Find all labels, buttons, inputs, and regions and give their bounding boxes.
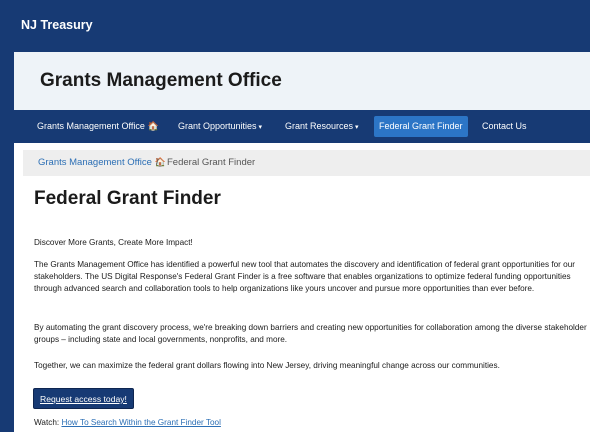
page: NJ Treasury Grants Management Office Gra…	[0, 0, 590, 432]
paragraph-tool-description: The Grants Management Office has identif…	[34, 260, 575, 293]
page-title: Federal Grant Finder	[34, 188, 221, 209]
intro-tagline: Discover More Grants, Create More Impact…	[34, 238, 193, 247]
nav-item-grants-management-office[interactable]: Grants Management Office 🏠	[37, 110, 159, 143]
request-access-button[interactable]: Request access today!	[33, 388, 134, 409]
chevron-down-icon: ▾	[258, 124, 263, 131]
nav-item-label: Contact Us	[482, 121, 527, 131]
chevron-down-icon: ▾	[355, 124, 359, 131]
left-gutter	[0, 143, 14, 432]
breadcrumb: Grants Management Office 🏠 / Federal Gran…	[23, 150, 590, 176]
nav-item-grant-opportunities[interactable]: Grant Opportunities ▾	[178, 110, 262, 143]
nav-item-label: Grants Management Office	[37, 121, 145, 131]
watch-line: Watch: How To Search Within the Grant Fi…	[34, 418, 221, 427]
watch-video-link[interactable]: How To Search Within the Grant Finder To…	[61, 418, 220, 427]
home-icon: 🏠	[147, 121, 160, 131]
nav-item-label: Federal Grant Finder	[379, 121, 463, 131]
nav-item-label: Grant Opportunities	[178, 121, 257, 131]
main-nav: Grants Management Office 🏠 Grant Opportun…	[0, 110, 590, 143]
office-title[interactable]: Grants Management Office	[40, 70, 282, 92]
breadcrumb-current: Federal Grant Finder	[167, 157, 256, 168]
breadcrumb-separator: /	[156, 157, 159, 168]
nav-item-contact-us[interactable]: Contact Us	[482, 110, 527, 143]
breadcrumb-home-link[interactable]: Grants Management Office 🏠	[38, 157, 166, 168]
breadcrumb-home-label: Grants Management Office	[38, 157, 152, 168]
office-banner: Grants Management Office	[0, 52, 590, 110]
paragraph-impact: Together, we can maximize the federal gr…	[34, 361, 500, 370]
paragraph-automation: By automating the grant discovery proces…	[34, 323, 587, 344]
nav-item-grant-resources[interactable]: Grant Resources ▾	[285, 110, 359, 143]
site-brand[interactable]: NJ Treasury	[21, 18, 93, 32]
nav-item-federal-grant-finder[interactable]: Federal Grant Finder	[374, 116, 468, 137]
top-bar: NJ Treasury	[0, 0, 590, 52]
nav-item-label: Grant Resources	[285, 121, 354, 131]
watch-label: Watch:	[34, 418, 60, 427]
